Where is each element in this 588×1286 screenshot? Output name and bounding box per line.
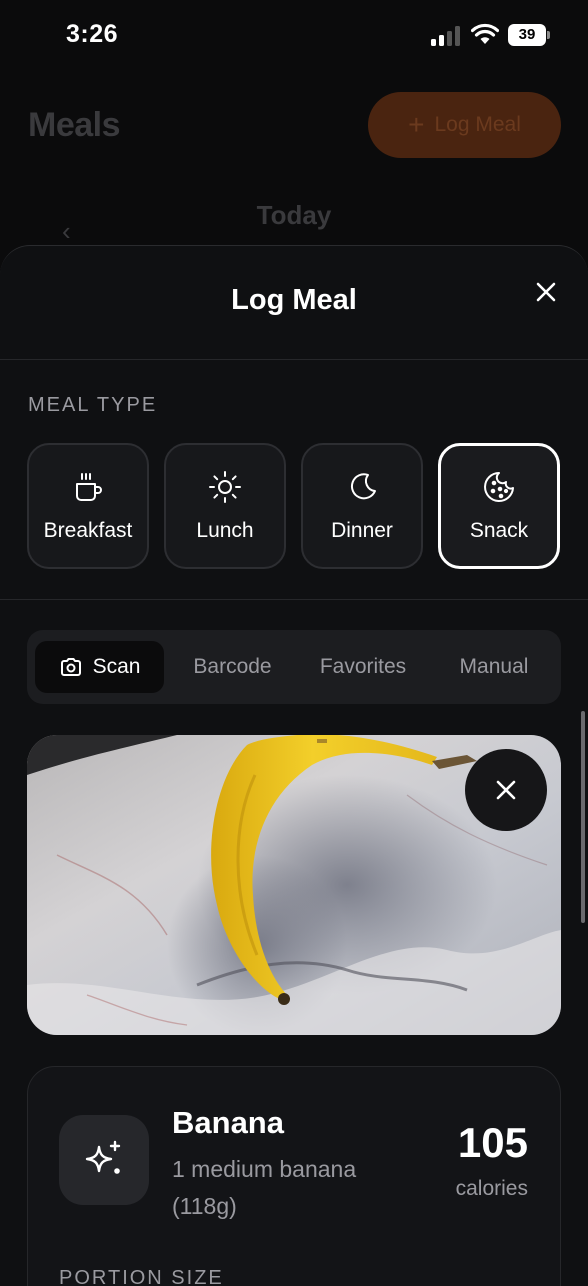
sheet-title: Log Meal: [231, 284, 357, 316]
wifi-icon: [471, 23, 499, 44]
input-method-tabs: Scan Barcode Favorites Manual: [27, 630, 561, 704]
tab-manual-label: Manual: [459, 655, 529, 678]
meal-type-lunch[interactable]: Lunch: [164, 443, 286, 569]
moon-icon: [350, 473, 376, 500]
date-title: Today: [256, 200, 332, 230]
coffee-cup-icon: [76, 473, 102, 501]
sun-icon: [209, 471, 241, 503]
battery-icon: 39: [508, 24, 550, 46]
screen: 3:26 39 Meals + Log Meal ‹ Today Log Mea…: [0, 0, 588, 1286]
log-meal-sheet: Log Meal MEAL TYPE Breakfast Lunch Dinne…: [0, 245, 588, 1286]
remove-photo-button[interactable]: [465, 749, 547, 831]
tab-scan-label: Scan: [92, 655, 141, 678]
scrollbar[interactable]: [581, 711, 585, 923]
food-result-card: Banana 1 medium banana (118g) 105 calori…: [27, 1066, 561, 1286]
background-page: Meals + Log Meal ‹ Today: [0, 70, 588, 270]
divider: [0, 599, 588, 600]
meal-type-label-breakfast: Breakfast: [43, 519, 133, 542]
tab-favorites[interactable]: Favorites: [299, 641, 427, 693]
meal-type-snack[interactable]: Snack: [438, 443, 560, 569]
divider: [0, 359, 588, 360]
cellular-signal-icon: [431, 26, 463, 46]
portion-size-label: PORTION SIZE: [59, 1267, 224, 1286]
status-bar: 3:26 39: [0, 0, 588, 70]
meal-type-label-lunch: Lunch: [196, 519, 254, 542]
tab-barcode-label: Barcode: [193, 655, 272, 678]
meal-type-label-dinner: Dinner: [331, 519, 393, 542]
close-icon: [496, 780, 516, 800]
calories-value: 105: [457, 1119, 528, 1166]
meal-type-breakfast[interactable]: Breakfast: [27, 443, 149, 569]
tab-favorites-label: Favorites: [319, 655, 407, 678]
page-title: Meals: [28, 106, 121, 144]
meal-type-selector: Breakfast Lunch Dinner Snack: [27, 443, 561, 569]
log-meal-button: + Log Meal: [368, 92, 561, 158]
ai-sparkle-badge: [59, 1115, 149, 1205]
cookie-icon: [484, 472, 514, 502]
battery-level: 39: [508, 24, 546, 46]
food-portion: 1 medium banana (118g): [172, 1156, 357, 1219]
calories-unit: calories: [455, 1177, 528, 1200]
tab-barcode[interactable]: Barcode: [170, 641, 295, 693]
meal-type-label: MEAL TYPE: [28, 394, 158, 416]
tab-manual[interactable]: Manual: [431, 641, 557, 693]
plus-icon: +: [408, 109, 425, 140]
log-meal-button-label: Log Meal: [434, 113, 521, 136]
camera-icon: [60, 658, 81, 676]
sparkles-icon: [85, 1140, 121, 1174]
meal-type-dinner[interactable]: Dinner: [301, 443, 423, 569]
scanned-photo: [27, 735, 561, 1035]
close-icon[interactable]: [530, 276, 562, 308]
food-name: Banana: [172, 1105, 284, 1140]
status-time: 3:26: [66, 20, 119, 48]
meal-type-label-snack: Snack: [469, 519, 529, 542]
tab-scan[interactable]: Scan: [35, 641, 164, 693]
